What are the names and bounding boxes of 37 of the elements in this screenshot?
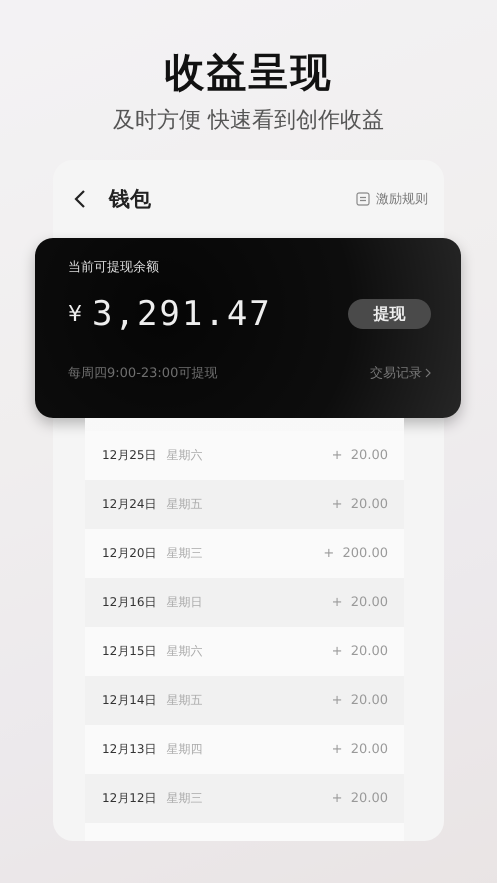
transaction-date: 12月16日 — [102, 594, 157, 611]
transaction-date: 12月13日 — [102, 741, 157, 758]
currency-symbol: ¥ — [68, 302, 82, 326]
transaction-date: 12月20日 — [102, 545, 157, 562]
transaction-date: 12月14日 — [102, 692, 157, 709]
transaction-weekday: 星期日 — [166, 594, 204, 611]
withdraw-note: 每周四9:00-23:00可提现 — [68, 365, 218, 382]
transaction-weekday: 星期三 — [166, 545, 204, 562]
transaction-weekday: 星期五 — [166, 692, 204, 709]
transaction-date: 12月24日 — [102, 496, 157, 513]
transaction-date: 12月15日 — [102, 643, 157, 660]
transaction-weekday: 星期三 — [166, 790, 204, 807]
transaction-date: 12月12日 — [102, 790, 157, 807]
records-link[interactable]: 交易记录 — [370, 364, 422, 382]
transaction-amount: + 20.00 — [332, 644, 388, 659]
transaction-weekday: 星期五 — [166, 496, 204, 513]
rules-link[interactable]: 激励规则 — [376, 190, 428, 208]
headline: 收益呈现 — [164, 49, 332, 98]
transaction-amount: + 20.00 — [332, 791, 388, 806]
transaction-amount: + 20.00 — [332, 693, 388, 708]
transaction-weekday: 星期四 — [166, 741, 204, 758]
transaction-weekday: 星期六 — [166, 643, 204, 660]
transaction-amount: + 20.00 — [332, 595, 388, 610]
transaction-amount: + 20.00 — [332, 448, 388, 463]
transaction-date: 12月25日 — [102, 447, 157, 464]
transaction-amount: + 20.00 — [332, 497, 388, 512]
balance-amount: 3,291.47 — [92, 294, 273, 334]
chevron-icon — [425, 368, 431, 378]
page-title: 钱包 — [109, 186, 152, 213]
balance-label: 当前可提现余额 — [68, 259, 160, 276]
transaction-amount: + 200.00 — [323, 546, 388, 561]
transaction-amount: + 20.00 — [332, 742, 388, 757]
subtitle: 及时方便 快速看到创作收益 — [113, 107, 384, 135]
document-icon — [356, 192, 370, 206]
transaction-weekday: 星期六 — [166, 447, 204, 464]
back-icon[interactable] — [73, 189, 87, 209]
withdraw-button[interactable]: 提现 — [348, 299, 431, 329]
